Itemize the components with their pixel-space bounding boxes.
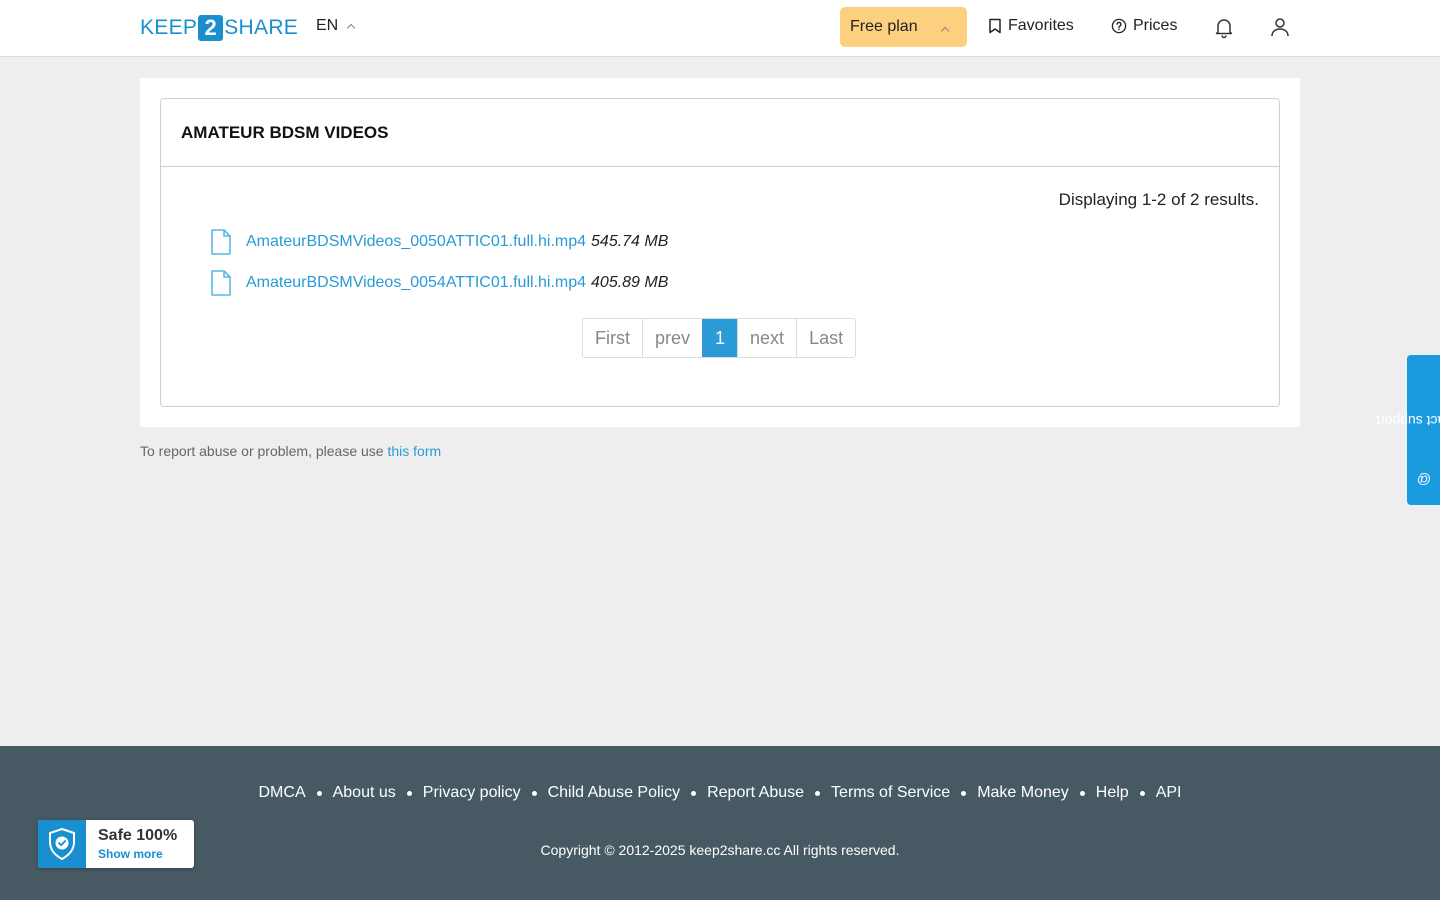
panel-header: AMATEUR BDSM VIDEOS [161,99,1279,167]
results-summary: Displaying 1-2 of 2 results. [1058,190,1259,209]
badge-title: Safe 100% [98,827,178,844]
footer-links: DMCA About us Privacy policy Child Abuse… [0,784,1440,802]
shield-check-icon [49,827,75,861]
file-link[interactable]: AmateurBDSMVideos_0050ATTIC01.full.hi.mp… [246,233,586,251]
page-last-button[interactable]: Last [796,319,855,357]
file-row: AmateurBDSMVideos_0054ATTIC01.full.hi.mp… [209,270,668,296]
chevron-up-icon [346,23,356,33]
report-abuse-note: To report abuse or problem, please use t… [140,443,441,459]
footer-link-privacy[interactable]: Privacy policy [423,784,521,802]
free-plan-button[interactable]: Free plan [840,7,967,47]
prices-link[interactable]: Prices [1111,17,1177,35]
logo-text-two: 2 [198,14,224,41]
top-header: KEEP 2 SHARE EN Free plan Favorites Pric… [0,0,1440,57]
footer-link-terms[interactable]: Terms of Service [831,784,950,802]
file-icon [211,270,231,296]
report-form-link[interactable]: this form [387,443,441,459]
favorites-link[interactable]: Favorites [988,17,1074,35]
separator-dot [1139,790,1145,796]
language-selector[interactable]: EN [316,17,356,35]
file-link[interactable]: AmateurBDSMVideos_0054ATTIC01.full.hi.mp… [246,274,586,292]
language-label: EN [316,17,339,34]
separator-dot [815,790,821,796]
at-icon: @ [1416,471,1431,488]
bell-icon [1215,19,1233,39]
badge-text: Safe 100% Show more [86,820,177,868]
separator-dot [691,790,697,796]
footer-link-make-money[interactable]: Make Money [977,784,1069,802]
page-current-button[interactable]: 1 [702,319,738,357]
page-first-button[interactable]: First [583,319,642,357]
notifications-button[interactable] [1212,15,1236,39]
separator-dot [531,790,537,796]
file-row: AmateurBDSMVideos_0050ATTIC01.full.hi.mp… [209,229,668,255]
plan-label: Free plan [850,18,918,35]
footer-link-about[interactable]: About us [333,784,396,802]
footer-link-dmca[interactable]: DMCA [259,784,306,802]
page-next-button[interactable]: next [737,319,796,357]
footer-link-child-abuse[interactable]: Child Abuse Policy [548,784,681,802]
site-footer: DMCA About us Privacy policy Child Abuse… [0,746,1440,900]
logo-text-share: SHARE [224,15,299,39]
separator-dot [961,790,967,796]
safe-badge[interactable]: Safe 100% Show more [38,820,194,868]
separator-dot [316,790,322,796]
badge-show-more-link[interactable]: Show more [98,847,177,861]
footer-link-help[interactable]: Help [1096,784,1129,802]
page-title: AMATEUR BDSM VIDEOS [181,122,389,142]
file-size: 405.89 MB [591,274,669,291]
folder-panel: AMATEUR BDSM VIDEOS Displaying 1-2 of 2 … [160,98,1280,407]
pagination: First prev 1 next Last [582,318,857,358]
file-size: 545.74 MB [591,233,669,250]
contact-support-text: contact support [1375,412,1440,429]
contact-support-tab[interactable]: @ contact support [1376,355,1440,505]
user-icon [1271,18,1289,37]
file-icon [211,229,231,255]
page-prev-button[interactable]: prev [642,319,702,357]
separator-dot [1079,790,1085,796]
account-button[interactable] [1268,15,1292,39]
badge-shield [38,820,86,868]
footer-link-report-abuse[interactable]: Report Abuse [707,784,804,802]
prices-label: Prices [1133,17,1178,34]
site-logo[interactable]: KEEP 2 SHARE [140,14,298,41]
contact-support-label: @ contact support [1376,373,1440,488]
separator-dot [406,790,412,796]
bookmark-icon [989,18,1001,34]
chevron-up-icon [940,26,950,36]
report-text: To report abuse or problem, please use [140,443,384,459]
content-card: AMATEUR BDSM VIDEOS Displaying 1-2 of 2 … [140,78,1300,427]
favorites-label: Favorites [1008,17,1074,34]
logo-text-keep: KEEP [140,15,198,39]
copyright: Copyright © 2012-2025 keep2share.cc All … [540,842,900,858]
footer-link-api[interactable]: API [1156,784,1182,802]
help-circle-icon [1111,18,1127,34]
